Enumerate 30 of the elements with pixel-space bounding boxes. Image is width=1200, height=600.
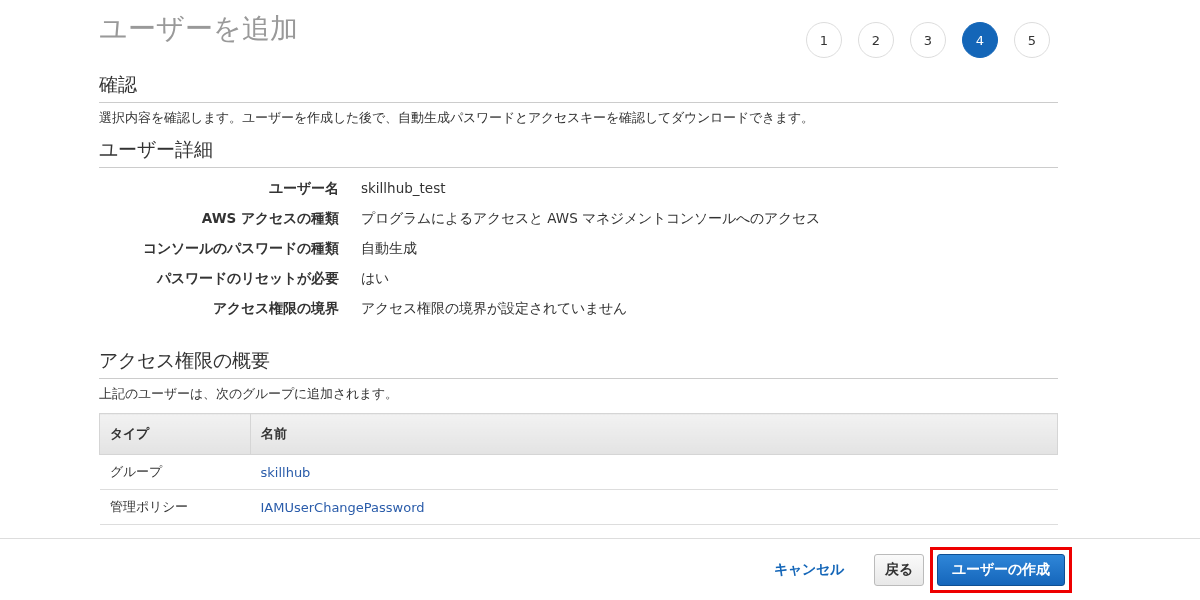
- column-header: タイプ: [99, 413, 251, 455]
- description: 選択内容を確認します。ユーザーを作成した後で、自動生成パスワードとアクセスキーを確認してダウンロードできます。: [99, 109, 815, 127]
- back-button[interactable]: 戻る: [874, 554, 924, 586]
- cancel-link[interactable]: キャンセル: [768, 560, 850, 580]
- field-label: アクセス権限の境界: [212, 300, 339, 318]
- field-label: パスワードのリセットが必要: [155, 270, 339, 288]
- field-value: skillhub_test: [361, 180, 447, 198]
- step-indicator[interactable]: 5: [1014, 22, 1050, 58]
- section-heading: 確認: [99, 72, 1058, 103]
- table-cell: 管理ポリシー: [99, 489, 251, 525]
- description: 上記のユーザーは、次のグループに追加されます。: [99, 385, 399, 403]
- policy-link[interactable]: skillhub: [260, 464, 311, 480]
- step-indicator[interactable]: 1: [806, 22, 842, 58]
- field-label: AWS アクセスの種類: [200, 210, 339, 228]
- field-label: コンソールのパスワードの種類: [142, 240, 339, 258]
- step-indicator[interactable]: 2: [858, 22, 894, 58]
- policy-link[interactable]: IAMUserChangePassword: [260, 499, 425, 515]
- step-indicator[interactable]: 4: [962, 22, 998, 58]
- section-heading: ユーザー詳細: [99, 137, 1058, 168]
- field-value: 自動生成: [361, 240, 418, 258]
- field-value: プログラムによるアクセスと AWS マネジメントコンソールへのアクセス: [361, 210, 821, 228]
- step-indicator[interactable]: 3: [910, 22, 946, 58]
- page-title: ユーザーを追加: [99, 11, 298, 47]
- table-cell: グループ: [99, 454, 251, 490]
- field-value: はい: [361, 270, 390, 288]
- create-user-button[interactable]: ユーザーの作成: [937, 554, 1065, 586]
- field-value: アクセス権限の境界が設定されていません: [361, 300, 628, 318]
- field-label: ユーザー名: [268, 180, 339, 198]
- section-heading: アクセス権限の概要: [99, 348, 1058, 379]
- column-header: 名前: [250, 413, 1058, 455]
